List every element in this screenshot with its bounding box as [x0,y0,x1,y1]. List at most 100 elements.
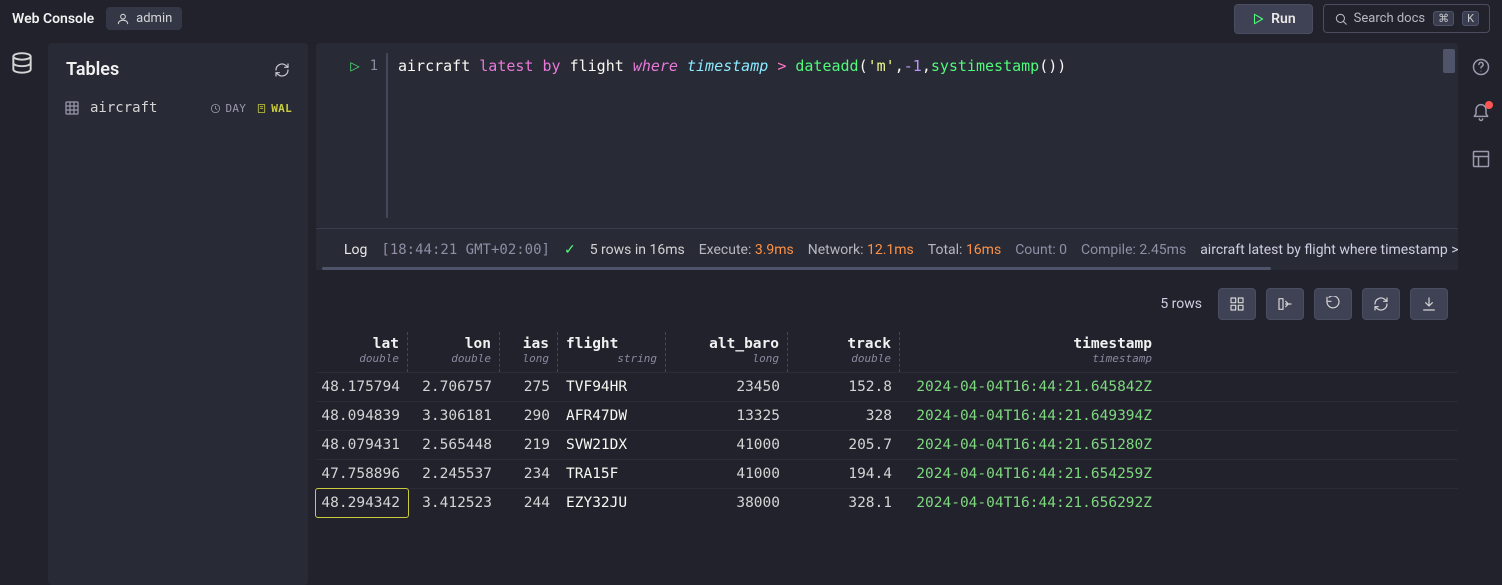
col-flight[interactable]: flightstring [558,332,666,372]
cell-selected[interactable]: 48.294342 [316,489,408,517]
col-alt_baro[interactable]: alt_barolong [666,332,788,372]
table-row[interactable]: 47.758896 2.245537 234 TRA15F 41000 194.… [316,459,1458,488]
sidebar-heading: Tables [66,59,119,80]
network-label: Network: [808,242,864,258]
table-icon [64,100,80,116]
cell[interactable]: 13325 [666,402,788,430]
cell[interactable]: 3.412523 [408,489,500,517]
notifications-button[interactable] [1471,103,1491,127]
cell[interactable]: 2.706757 [408,373,500,401]
logbar-scrollbar[interactable] [322,267,1452,270]
cell[interactable]: TVF94HR [558,373,666,401]
editor-scrollbar[interactable] [1443,49,1455,73]
refresh-tables-icon[interactable] [274,62,290,78]
col-timestamp[interactable]: timestamptimestamp [900,332,1160,372]
download-icon [1421,296,1437,312]
cell[interactable]: 47.758896 [316,460,408,488]
help-icon [1471,57,1491,77]
run-line-icon[interactable]: ▷ [350,59,359,73]
right-rail [1460,37,1502,585]
clock-icon [210,103,221,114]
table-item-aircraft[interactable]: aircraft DAY WAL [48,90,308,126]
table-row[interactable]: 48.094839 3.306181 290 AFR47DW 13325 328… [316,401,1458,430]
cell[interactable]: 328 [788,402,900,430]
cell[interactable]: 219 [500,431,558,459]
kbd-k: K [1462,11,1479,26]
cell[interactable]: 41000 [666,460,788,488]
cell[interactable]: 2024-04-04T16:44:21.656292Z [900,489,1160,517]
total-label: Total: [928,242,963,258]
cell[interactable]: 234 [500,460,558,488]
cell[interactable]: 244 [500,489,558,517]
database-icon[interactable] [9,51,35,77]
grid-view-button[interactable] [1218,288,1256,320]
log-label: Log [344,242,367,258]
run-button[interactable]: Run [1234,4,1313,34]
table-row[interactable]: 48.079431 2.565448 219 SVW21DX 41000 205… [316,430,1458,459]
user-menu[interactable]: admin [106,7,182,30]
wal-tag: WAL [256,102,292,115]
search-docs-label: Search docs [1354,11,1425,26]
col-lon[interactable]: londouble [408,332,500,372]
layout-button[interactable] [1471,149,1491,173]
exec-value: 3.9ms [755,242,794,258]
cell[interactable]: 152.8 [788,373,900,401]
cell[interactable]: AFR47DW [558,402,666,430]
kbd-cmd: ⌘ [1433,11,1454,26]
partition-tag: DAY [210,102,246,115]
log-bar: Log [18:44:21 GMT+02:00] ✓ 5 rows in 16m… [316,228,1458,270]
cell[interactable]: 205.7 [788,431,900,459]
cell[interactable]: 38000 [666,489,788,517]
cell[interactable]: EZY32JU [558,489,666,517]
refresh-icon [1373,296,1389,312]
refresh-button[interactable] [1362,288,1400,320]
cell[interactable]: 48.094839 [316,402,408,430]
col-track[interactable]: trackdouble [788,332,900,372]
layout-icon [1471,149,1491,169]
cell[interactable]: 23450 [666,373,788,401]
query-echo: aircraft latest by flight where timestam… [1200,242,1458,258]
compile-label: Compile: 2.45ms [1081,242,1186,258]
help-button[interactable] [1471,57,1491,81]
search-docs[interactable]: Search docs ⌘ K [1323,4,1490,33]
notification-badge [1485,101,1493,109]
cell[interactable]: 3.306181 [408,402,500,430]
table-row[interactable]: 48.294342 3.412523 244 EZY32JU 38000 328… [316,488,1458,517]
cell[interactable]: 48.079431 [316,431,408,459]
cell[interactable]: 275 [500,373,558,401]
search-icon [1334,12,1348,26]
cell[interactable]: TRA15F [558,460,666,488]
wal-icon [256,103,267,114]
cell[interactable]: 290 [500,402,558,430]
cell[interactable]: 2024-04-04T16:44:21.654259Z [900,460,1160,488]
cell[interactable]: 2024-04-04T16:44:21.651280Z [900,431,1160,459]
play-icon [1251,12,1265,26]
user-icon [116,12,130,26]
refresh-begin-button[interactable] [1314,288,1352,320]
network-value: 12.1ms [867,242,914,258]
table-row[interactable]: 48.175794 2.706757 275 TVF94HR 23450 152… [316,372,1458,401]
app-title: Web Console [12,11,94,27]
sql-editor[interactable]: ▷ 1 aircraft latest by flight where time… [316,43,1458,228]
download-button[interactable] [1410,288,1448,320]
cell[interactable]: 194.4 [788,460,900,488]
freeze-left-button[interactable] [1266,288,1304,320]
cell[interactable]: 2.565448 [408,431,500,459]
app-header: Web Console admin Run Search docs ⌘ K [0,0,1502,37]
cell[interactable]: 2024-04-04T16:44:21.649394Z [900,402,1160,430]
cell[interactable]: SVW21DX [558,431,666,459]
cell[interactable]: 41000 [666,431,788,459]
cell[interactable]: 2024-04-04T16:44:21.645842Z [900,373,1160,401]
editor-gutter: ▷ 1 [316,43,386,228]
log-timestamp: [18:44:21 GMT+02:00] [381,242,550,258]
editor-content[interactable]: aircraft latest by flight where timestam… [394,43,1066,228]
check-icon: ✓ [564,242,576,258]
count-label: Count: 0 [1015,242,1067,258]
cell[interactable]: 48.175794 [316,373,408,401]
cell[interactable]: 328.1 [788,489,900,517]
col-lat[interactable]: latdouble [316,332,408,372]
cell[interactable]: 2.245537 [408,460,500,488]
rewind-icon [1325,296,1341,312]
results-table: latdouble londouble iaslong flightstring… [316,332,1458,517]
col-ias[interactable]: iaslong [500,332,558,372]
